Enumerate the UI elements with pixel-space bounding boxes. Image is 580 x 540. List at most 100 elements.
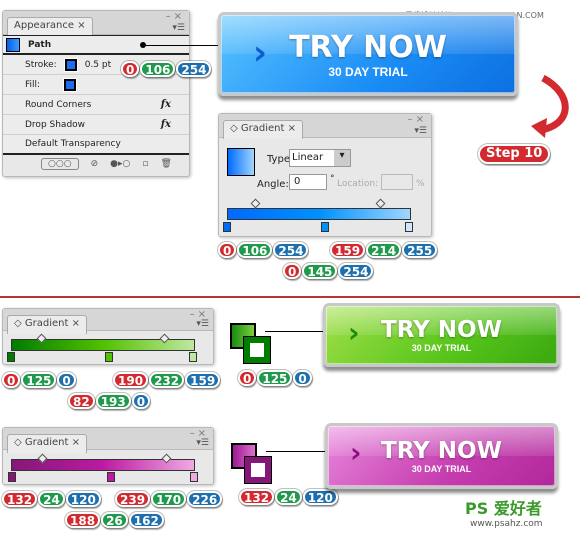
tab-gradient[interactable]: ◇ Gradient ×: [7, 315, 87, 334]
button-title: TRY NOW: [381, 438, 502, 464]
green-value-badge: 106: [237, 242, 273, 258]
green-value-badge: 26: [101, 512, 128, 528]
tab-label: Gradient: [24, 318, 69, 329]
red-value-badge: 239: [115, 491, 151, 507]
close-icon[interactable]: ×: [288, 123, 296, 134]
panel-tabbar: ◇ Gradient × –× ▾☰: [3, 428, 213, 453]
location-label: Location:: [337, 179, 379, 189]
panel-menu-icon[interactable]: ▾☰: [414, 126, 427, 136]
green-value-badge: 170: [151, 491, 187, 507]
tab-label: Gradient: [240, 123, 285, 134]
type-value: Linear: [292, 152, 324, 163]
round-corners-row[interactable]: Round Corners fx: [3, 95, 189, 115]
try-now-button-green[interactable]: › TRY NOW 30 DAY TRIAL: [323, 303, 560, 367]
color-stop[interactable]: [223, 222, 231, 232]
fill-label: Fill:: [25, 79, 41, 90]
blue-value-badge: 0: [131, 393, 151, 409]
appearance-panel: Appearance × –× ▾☰ Path Stroke: 0.5 pt Fi…: [2, 10, 190, 177]
color-stop[interactable]: [405, 222, 413, 232]
stroke-label: Stroke:: [25, 59, 57, 70]
tab-label: Gradient: [24, 437, 69, 448]
path-thumbnail: [6, 37, 20, 52]
fx-icon[interactable]: fx: [161, 99, 171, 110]
chevron-down-icon[interactable]: ▾: [334, 150, 350, 166]
rgb-badges-purple-right: 239 170 226: [115, 491, 223, 507]
type-select[interactable]: Linear ▾: [289, 149, 351, 167]
curved-arrow-icon: [531, 74, 569, 138]
gradient-panel-blue: ◇ Gradient × –× ▾☰ Type: Linear ▾ Angle: …: [218, 113, 432, 237]
blue-value-badge: 255: [402, 242, 438, 258]
stroke-weight: 0.5 pt: [84, 59, 112, 70]
color-stop[interactable]: [7, 352, 15, 362]
blue-value-badge: 0: [293, 370, 312, 386]
rgb-badges-green-right: 190 232 159: [113, 372, 221, 388]
button-title: TRY NOW: [381, 317, 502, 343]
button-subtitle: 30 DAY TRIAL: [328, 64, 408, 79]
red-value-badge: 0: [2, 372, 21, 388]
midpoint-handle[interactable]: [375, 198, 386, 209]
color-stop[interactable]: [107, 472, 115, 482]
blue-value-badge: 254: [273, 242, 309, 258]
divider: [0, 296, 580, 298]
path-label: Path: [28, 39, 52, 50]
location-input[interactable]: [381, 174, 413, 190]
panel-menu-icon[interactable]: ▾☰: [196, 438, 209, 448]
red-value-badge: 159: [330, 242, 366, 258]
clear-icon[interactable]: ⊘: [91, 159, 99, 169]
fill-swatch[interactable]: [63, 77, 78, 92]
chevron-icon: ›: [253, 33, 268, 73]
pointer-line: [143, 45, 218, 46]
red-value-badge: 188: [65, 512, 101, 528]
color-stop[interactable]: [189, 352, 197, 362]
green-value-badge: 232: [149, 372, 185, 388]
close-icon[interactable]: ×: [77, 20, 85, 31]
gradient-slider[interactable]: [227, 208, 411, 220]
blue-value-badge: 254: [176, 61, 212, 77]
gradient-panel-green: ◇ Gradient × –× ▾☰: [2, 308, 214, 365]
red-value-badge: 132: [239, 489, 275, 505]
try-now-button-purple[interactable]: › TRY NOW 30 DAY TRIAL: [325, 423, 558, 489]
percent-label: %: [416, 179, 425, 189]
reduce-basic-icon[interactable]: ●▸○: [110, 159, 130, 169]
drop-shadow-row[interactable]: Drop Shadow fx: [3, 115, 189, 135]
window-controls[interactable]: –×: [408, 114, 427, 125]
color-stop[interactable]: [105, 352, 113, 362]
trash-icon[interactable]: 🗑: [160, 159, 171, 169]
green-value-badge: 125: [257, 370, 293, 386]
color-stop[interactable]: [321, 222, 329, 232]
tab-gradient[interactable]: ◇ Gradient ×: [223, 120, 303, 139]
try-now-button-blue[interactable]: › TRY NOW 30 DAY TRIAL: [218, 12, 518, 96]
rgb-badges-purple-mid: 188 26 162: [65, 512, 164, 528]
angle-label: Angle:: [257, 179, 289, 190]
fill-row[interactable]: Fill:: [3, 75, 189, 95]
visibility-toggle-icon[interactable]: ○○○: [41, 158, 79, 170]
tab-gradient[interactable]: ◇ Gradient ×: [7, 434, 87, 453]
red-value-badge: 0: [218, 242, 237, 258]
button-subtitle: 30 DAY TRIAL: [411, 464, 472, 474]
midpoint-handle[interactable]: [250, 198, 261, 209]
color-stop[interactable]: [8, 472, 16, 482]
panel-menu-icon[interactable]: ▾☰: [172, 23, 185, 33]
blue-value-badge: 120: [302, 489, 338, 505]
color-stop[interactable]: [190, 472, 198, 482]
gradient-preview: [227, 148, 255, 176]
angle-input[interactable]: 0: [289, 174, 327, 190]
panel-menu-icon[interactable]: ▾☰: [196, 319, 209, 329]
transparency-row[interactable]: Default Transparency: [3, 135, 189, 155]
stroke-swatch[interactable]: [63, 57, 78, 72]
blue-value-badge: 254: [338, 263, 374, 279]
step-label: Step 10: [478, 144, 551, 164]
duplicate-icon[interactable]: ▫: [142, 159, 148, 169]
rgb-badges-blue-right: 159 214 255: [330, 242, 438, 258]
red-value-badge: 0: [121, 61, 140, 77]
red-value-badge: 132: [2, 491, 38, 507]
rgb-badges-stroke: 0 106 254: [121, 61, 212, 77]
panel-tabbar: Appearance × –× ▾☰: [3, 11, 189, 36]
tab-appearance[interactable]: Appearance ×: [7, 17, 93, 36]
rgb-badges-green-swatch: 0 125 0: [238, 370, 312, 386]
window-controls[interactable]: –×: [166, 11, 185, 22]
psahz-url: www.psahz.com: [470, 519, 543, 529]
fx-icon[interactable]: fx: [161, 119, 171, 130]
blue-value-badge: 226: [187, 491, 223, 507]
psahz-logo: PS 爱好者: [465, 499, 542, 518]
